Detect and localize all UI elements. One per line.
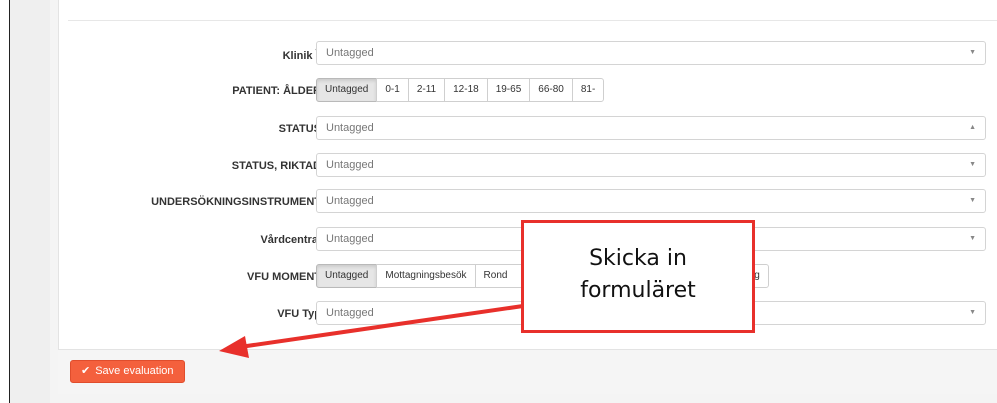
callout-line-1: Skicka in — [589, 246, 687, 271]
annotation-callout: Skicka in formuläret — [521, 220, 755, 333]
arrow-head — [219, 336, 249, 358]
arrow-shaft — [239, 304, 524, 349]
annotation-arrow — [219, 304, 524, 358]
callout-line-2: formuläret — [580, 278, 696, 303]
